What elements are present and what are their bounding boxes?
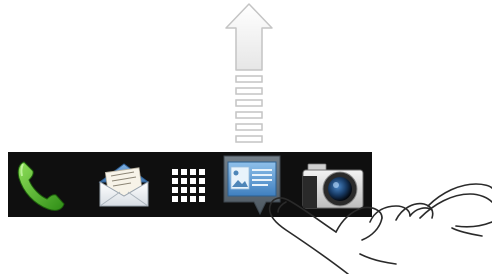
all-apps-button[interactable] (168, 156, 208, 214)
mail-icon (98, 163, 150, 207)
mail-shortcut[interactable] (94, 156, 154, 214)
all-apps-grid-icon (172, 169, 205, 202)
tutorial-illustration (0, 0, 492, 274)
phone-icon (17, 161, 65, 211)
pointing-hand-icon (268, 183, 492, 274)
phone-shortcut[interactable] (14, 156, 72, 214)
arrow-up-icon (225, 3, 273, 143)
